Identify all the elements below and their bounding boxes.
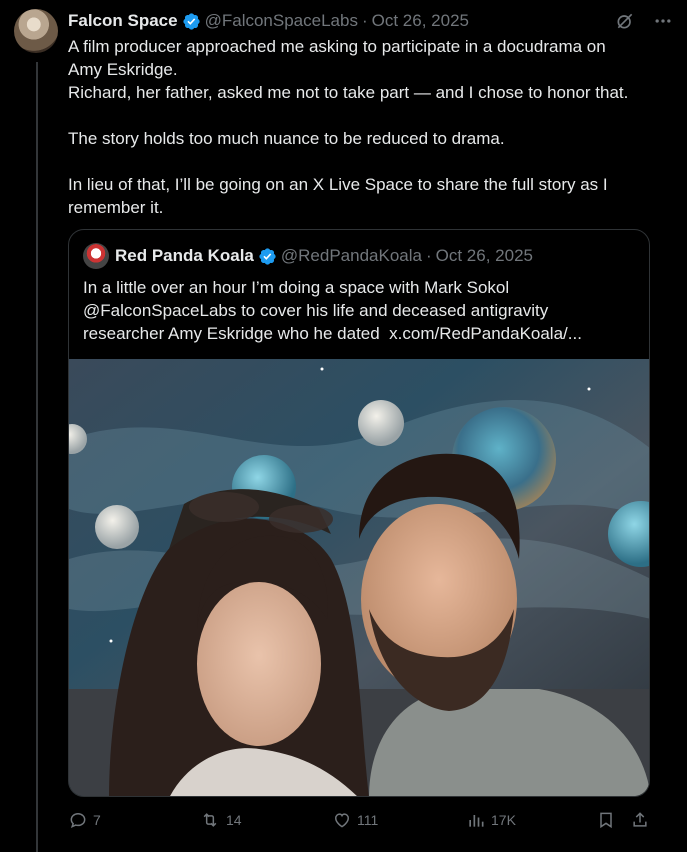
post-header: Falcon Space @FalconSpaceLabs · Oct 26, …	[68, 10, 673, 32]
reply-count: 7	[93, 812, 101, 828]
repost-icon	[203, 813, 217, 827]
like-count: 111	[357, 812, 379, 828]
author-name[interactable]: Falcon Space	[68, 11, 178, 31]
quote-date[interactable]: Oct 26, 2025	[436, 246, 533, 266]
quote-author-name[interactable]: Red Panda Koala	[115, 246, 254, 266]
quote-author-handle[interactable]: @RedPandaKoala	[281, 246, 422, 266]
separator: ·	[425, 246, 432, 265]
quote-avatar[interactable]	[83, 243, 109, 269]
quote-photo[interactable]	[69, 359, 649, 796]
post-text: A film producer approached me asking to …	[68, 37, 629, 217]
bookmark-icon	[600, 812, 612, 829]
author-handle[interactable]: @FalconSpaceLabs	[205, 11, 358, 31]
quoted-post[interactable]: Red Panda Koala @RedPandaKoala · Oct 26,…	[68, 229, 650, 797]
repost-button[interactable]: 14	[199, 810, 242, 830]
avatar[interactable]	[14, 9, 58, 53]
share-button[interactable]	[630, 810, 650, 830]
repost-count: 14	[226, 812, 242, 828]
bookmark-button[interactable]	[596, 810, 616, 830]
action-bar: 7 14 111 17K	[68, 810, 656, 834]
verified-badge-icon	[259, 247, 276, 265]
views-icon	[469, 815, 484, 827]
views-button[interactable]: 17K	[466, 810, 516, 830]
thread-line	[36, 62, 38, 852]
reply-icon	[70, 812, 86, 829]
quote-header: Red Panda Koala @RedPandaKoala · Oct 26,…	[83, 243, 639, 269]
views-count: 17K	[491, 812, 516, 828]
reply-button[interactable]: 7	[68, 810, 101, 830]
grok-icon[interactable]	[615, 11, 635, 31]
like-icon	[334, 813, 350, 828]
share-icon	[633, 812, 647, 827]
photo-illustration	[69, 359, 649, 796]
separator: ·	[361, 11, 368, 30]
post-date[interactable]: Oct 26, 2025	[372, 11, 469, 31]
verified-badge-icon	[182, 12, 200, 30]
quote-text: In a little over an hour I’m doing a spa…	[83, 278, 582, 343]
like-button[interactable]: 111	[332, 810, 378, 830]
more-icon[interactable]	[653, 11, 673, 31]
